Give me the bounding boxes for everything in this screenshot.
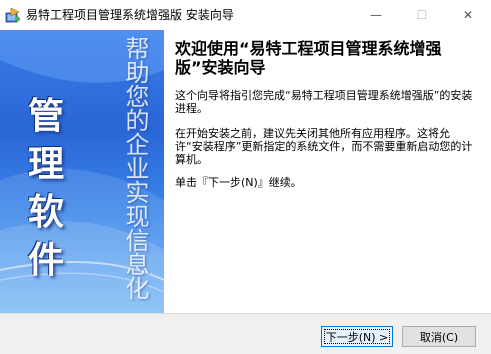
button-bar: 下一步(N) > 取消(C)	[0, 313, 491, 354]
minimize-button[interactable]: —	[353, 0, 399, 30]
installer-app-icon	[5, 7, 20, 23]
close-button[interactable]: ✕	[445, 0, 491, 30]
close-apps-paragraph: 在开始安装之前，建议先关闭其他所有应用程序。这将允许“安装程序”更新指定的系统文…	[175, 127, 473, 166]
banner-tagline: 帮助您的企业实现信息化	[121, 36, 149, 300]
intro-paragraph: 这个向导将指引您完成“易特工程项目管理系统增强版”的安装进程。	[175, 89, 473, 115]
title-bar[interactable]: 易特工程项目管理系统增强版 安装向导 — ☐ ✕	[0, 0, 491, 30]
focus-rectangle	[324, 329, 390, 344]
close-icon: ✕	[462, 8, 474, 22]
maximize-icon: ☐	[416, 8, 428, 22]
wizard-side-banner: 管理软件 帮助您的企业实现信息化	[0, 30, 164, 313]
cancel-button[interactable]: 取消(C)	[402, 326, 476, 347]
window-title: 易特工程项目管理系统增强版 安装向导	[26, 8, 234, 22]
minimize-icon: —	[370, 8, 382, 22]
cancel-button-label: 取消(C)	[419, 331, 459, 344]
welcome-heading: 欢迎使用“易特工程项目管理系统增强版”安装向导	[175, 39, 442, 77]
maximize-button[interactable]: ☐	[399, 0, 445, 30]
wizard-content: 欢迎使用“易特工程项目管理系统增强版”安装向导 这个向导将指引您完成“易特工程项…	[164, 30, 491, 313]
banner-vertical-title: 管理软件	[27, 95, 64, 281]
next-button[interactable]: 下一步(N) >	[321, 326, 393, 347]
continue-instruction: 单击『下一步(N)』继续。	[175, 176, 302, 189]
